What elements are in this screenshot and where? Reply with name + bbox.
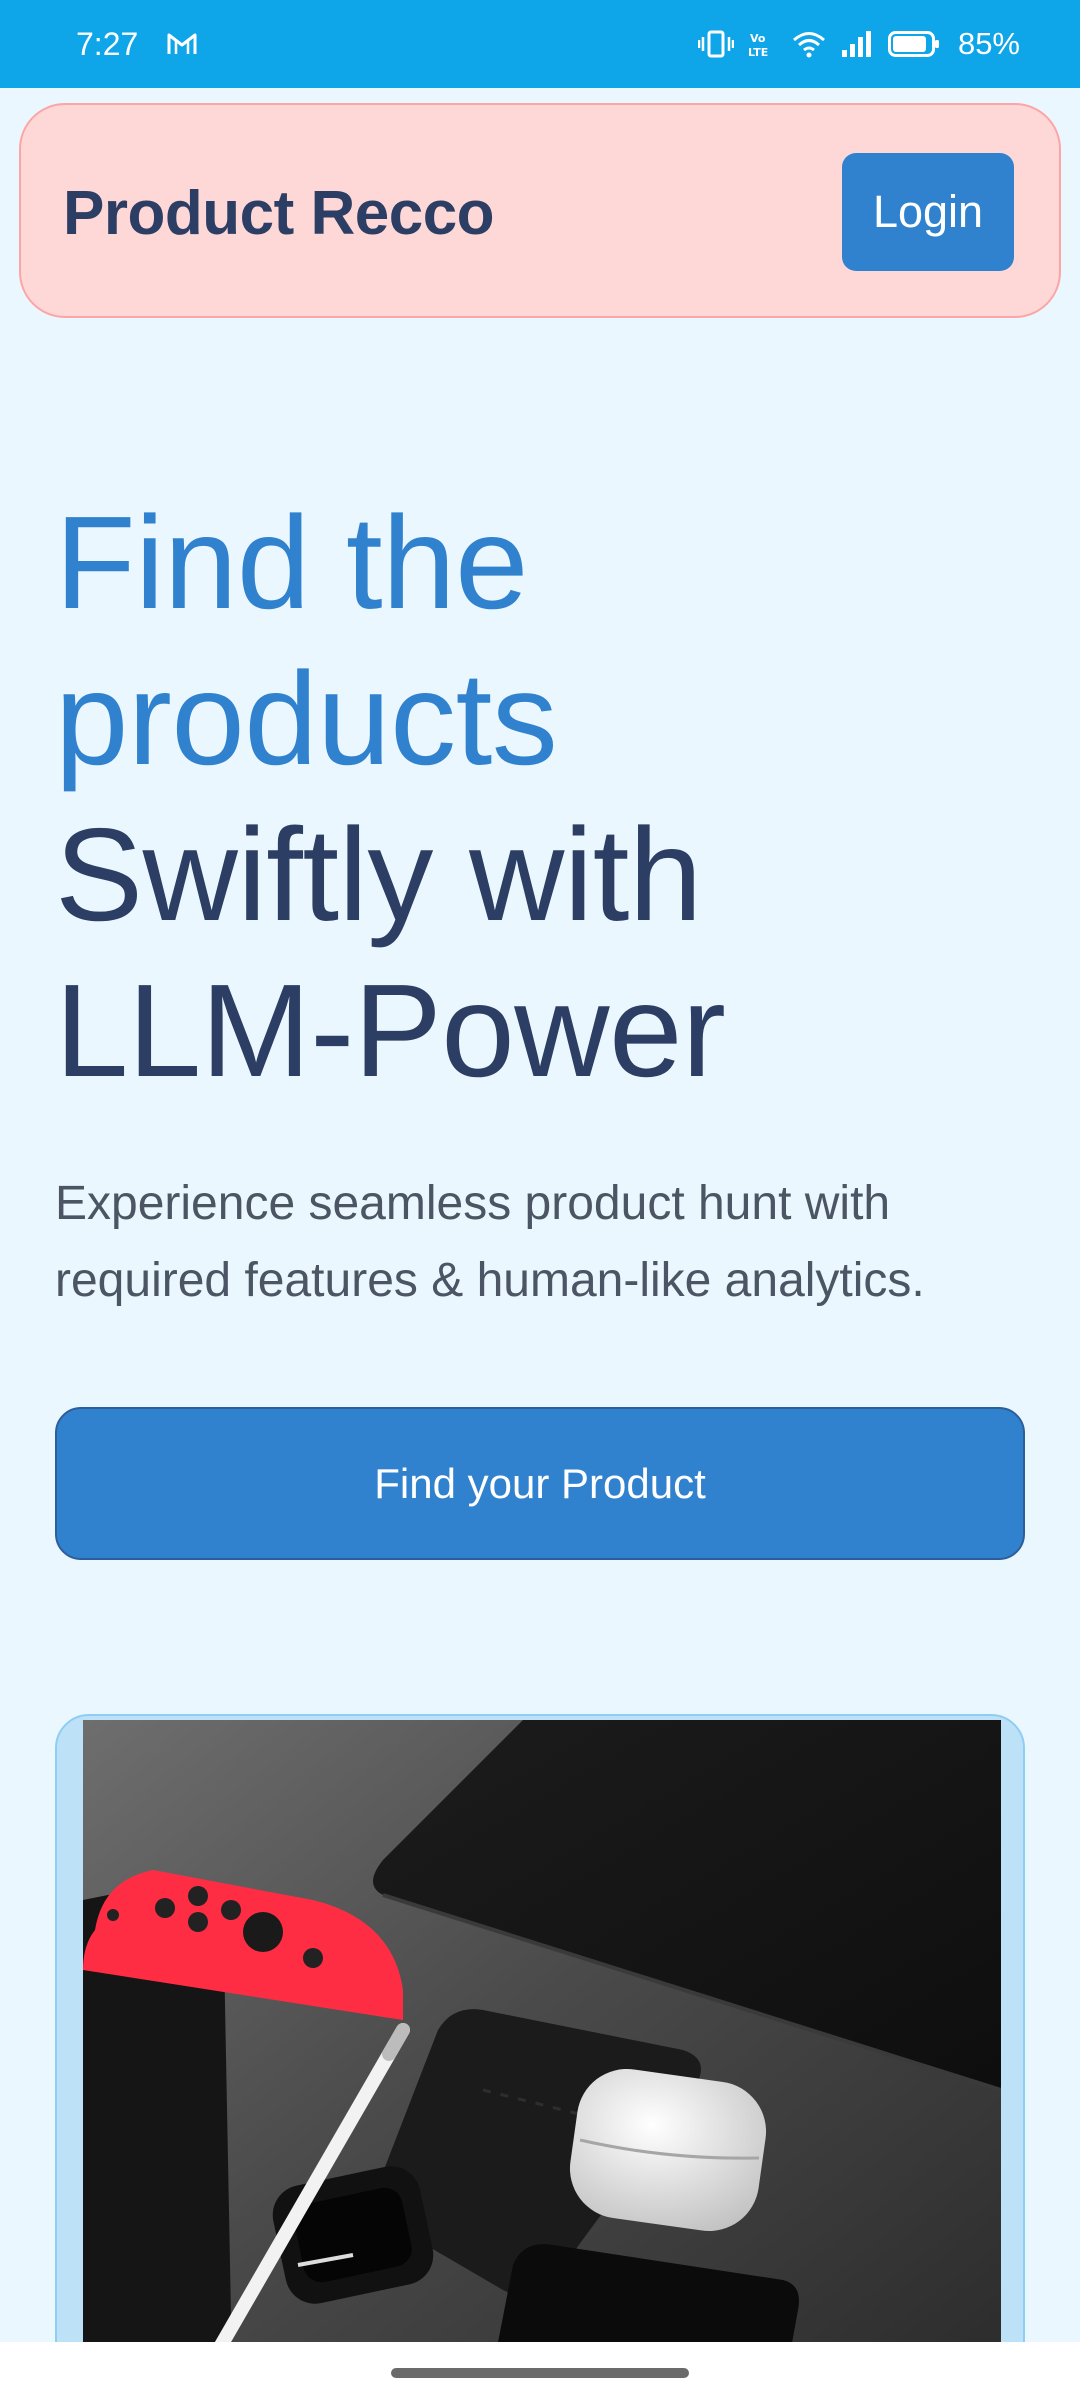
svg-text:Vo: Vo	[750, 32, 766, 45]
battery-percent: 85%	[957, 26, 1020, 61]
volte-icon: Vo LTE	[748, 29, 778, 59]
status-left: 7:27	[76, 26, 198, 63]
hero-subtitle-line: Experience seamless product hunt with	[55, 1177, 891, 1230]
hero-title-line: products	[55, 645, 558, 792]
hero-title-line: LLM-Power	[55, 957, 726, 1104]
hero-title: Find the products Swiftly with LLM-Power	[55, 485, 1035, 1109]
hero-image-card	[55, 1714, 1025, 2408]
login-button[interactable]: Login	[842, 153, 1014, 271]
status-right: Vo LTE 85%	[697, 26, 1020, 62]
gmail-icon	[166, 31, 198, 57]
svg-text:LTE: LTE	[748, 46, 768, 59]
signal-icon	[840, 29, 874, 59]
battery-icon	[887, 29, 940, 59]
header-card: Product Recco Login	[19, 103, 1061, 318]
vibrate-icon	[697, 29, 734, 59]
find-product-button[interactable]: Find your Product	[55, 1407, 1025, 1560]
status-bar: 7:27 Vo LTE 85%	[0, 0, 1080, 88]
status-time: 7:27	[76, 25, 139, 62]
app-screen: 7:27 Vo LTE 85% Product Recco Login Find…	[0, 0, 1080, 2408]
brand-title: Product Recco	[63, 179, 495, 248]
wifi-icon	[792, 29, 826, 59]
home-gesture-bar[interactable]	[391, 2368, 689, 2378]
hero-title-line: Find the	[55, 489, 528, 636]
hero-title-line: Swiftly with	[55, 801, 702, 948]
hero-subtitle: Experience seamless product hunt with re…	[55, 1165, 1035, 1319]
product-photo	[83, 1720, 1001, 2408]
hero-subtitle-line: required features & human-like analytics…	[55, 1254, 925, 1307]
